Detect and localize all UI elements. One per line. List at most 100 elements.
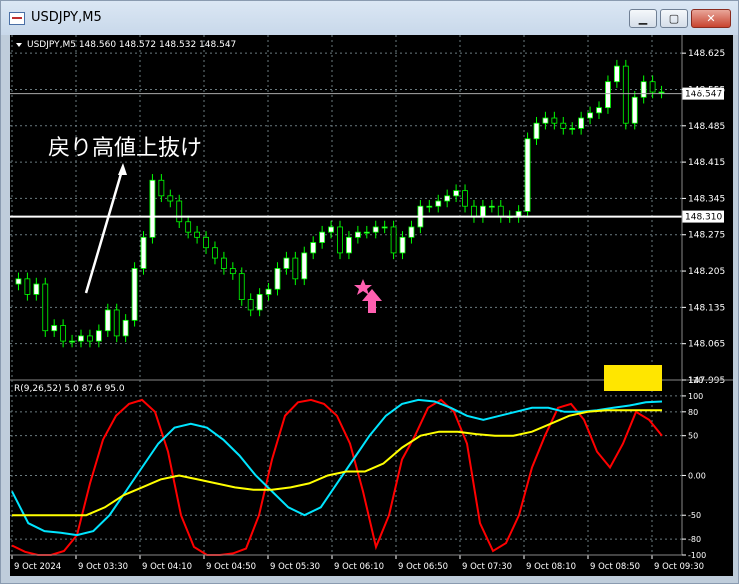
price-tick-label: 148.415 <box>688 158 725 168</box>
time-tick-label: 9 Oct 06:10 <box>334 562 384 572</box>
candle-body <box>238 273 245 300</box>
indicator-label: R(9,26,52) 5.0 87.6 95.0 <box>14 384 125 394</box>
yellow-marker-box <box>604 365 662 391</box>
chart-area[interactable]: 148.310 148.547 USDJPY,M5 148.560 148.57… <box>10 35 733 576</box>
indicator-tick-label: 120 <box>688 376 703 385</box>
candle-body <box>95 330 102 342</box>
price-tick-label: 148.485 <box>688 122 725 132</box>
chart-window-icon <box>9 12 25 25</box>
symbol-ohlc-text: USDJPY,M5 148.560 148.572 148.532 148.54… <box>27 40 236 50</box>
candle-body <box>15 278 22 285</box>
candle-body <box>292 257 299 280</box>
candle-body <box>354 231 361 238</box>
candle-body <box>229 268 236 275</box>
indicator-tick-label: 100 <box>688 392 703 401</box>
candle-body <box>301 252 308 280</box>
indicator-tick-label: 50 <box>688 432 698 441</box>
candle-body <box>346 236 352 254</box>
candle-body <box>131 268 138 321</box>
candle-body <box>390 226 397 254</box>
candle-body <box>60 325 67 342</box>
time-tick-label: 9 Oct 06:50 <box>398 562 448 572</box>
candle-body <box>149 179 156 238</box>
candle-body <box>497 205 504 217</box>
candle-body <box>408 226 415 238</box>
time-tick-label: 9 Oct 07:30 <box>462 562 512 572</box>
indicator-tick-label: -100 <box>688 551 706 560</box>
candle-body <box>42 283 49 332</box>
candle-body <box>203 236 209 249</box>
candle-body <box>87 335 93 342</box>
window-title: USDJPY,M5 <box>31 10 102 25</box>
chart-window: USDJPY,M5 ▁ ▢ ✕ 148.310 148.547 USDJPY,M… <box>0 0 739 584</box>
time-tick-label: 9 Oct 05:30 <box>270 562 320 572</box>
close-icon: ✕ <box>706 12 716 25</box>
price-tick-label: 148.275 <box>688 231 725 241</box>
candle-body <box>69 340 75 343</box>
candle-body <box>274 268 281 290</box>
candle-body <box>605 81 611 109</box>
candle-body <box>533 122 540 140</box>
minimize-icon: ▁ <box>638 12 648 25</box>
time-tick-label: 9 Oct 09:30 <box>654 562 704 572</box>
candle-body <box>453 190 460 197</box>
indicator-tick-label: 0.00 <box>688 471 706 480</box>
price-tick-label: 148.205 <box>688 267 725 277</box>
candle-body <box>399 236 406 254</box>
candle-body <box>471 205 477 217</box>
candle-body <box>51 325 58 332</box>
candle-body <box>569 127 576 130</box>
candle-body <box>220 257 227 269</box>
candle-body <box>622 65 629 124</box>
candle-body <box>337 226 343 254</box>
maximize-button[interactable]: ▢ <box>660 9 688 28</box>
candle-body <box>381 226 388 229</box>
candle-body <box>649 81 656 93</box>
candle-body <box>319 231 326 243</box>
candle-body <box>167 195 174 202</box>
price-tick-label: 148.135 <box>688 303 725 313</box>
maximize-icon: ▢ <box>668 12 680 25</box>
candle-body <box>158 179 165 197</box>
candle-body <box>435 200 442 207</box>
time-tick-label: 9 Oct 03:30 <box>78 562 128 572</box>
candle-body <box>658 91 665 94</box>
chart-canvas[interactable]: 148.310 148.547 USDJPY,M5 148.560 148.57… <box>10 35 733 576</box>
candle-body <box>488 205 495 208</box>
title-bar[interactable]: USDJPY,M5 ▁ ▢ ✕ <box>1 1 738 35</box>
candle-body <box>185 221 192 233</box>
candle-body <box>113 309 120 337</box>
minimize-button[interactable]: ▁ <box>629 9 657 28</box>
price-tick-label: 148.345 <box>688 194 725 204</box>
candle-body <box>283 257 290 269</box>
candle-body <box>33 283 40 295</box>
candle-body <box>247 299 254 311</box>
candle-body <box>122 319 129 337</box>
candle-body <box>24 278 31 295</box>
candle-body <box>328 226 334 233</box>
candle-body <box>560 122 567 129</box>
candle-body <box>524 138 531 212</box>
candle-body <box>613 65 620 83</box>
hline-price-label: 148.310 <box>685 213 722 223</box>
candle-body <box>104 309 111 332</box>
close-button[interactable]: ✕ <box>691 9 731 28</box>
candle-body <box>631 96 638 124</box>
candle-body <box>265 288 272 295</box>
candle-body <box>426 205 433 208</box>
candle-body <box>542 117 549 124</box>
indicator-tick-label: -80 <box>688 535 701 544</box>
candle-body <box>310 242 317 254</box>
candle-body <box>176 200 183 223</box>
candle-body <box>256 293 263 311</box>
candle-body <box>640 81 647 98</box>
time-tick-label: 9 Oct 04:50 <box>206 562 256 572</box>
info-line: USDJPY,M5 148.560 148.572 148.532 148.54… <box>16 40 236 50</box>
price-tick-label: 148.555 <box>688 85 725 95</box>
candle-body <box>444 195 451 202</box>
indicator-tick-label: 80 <box>688 408 698 417</box>
candle-body <box>578 117 585 129</box>
candle-body <box>596 107 602 114</box>
candle-body <box>140 236 147 269</box>
time-tick-label: 9 Oct 04:10 <box>142 562 192 572</box>
